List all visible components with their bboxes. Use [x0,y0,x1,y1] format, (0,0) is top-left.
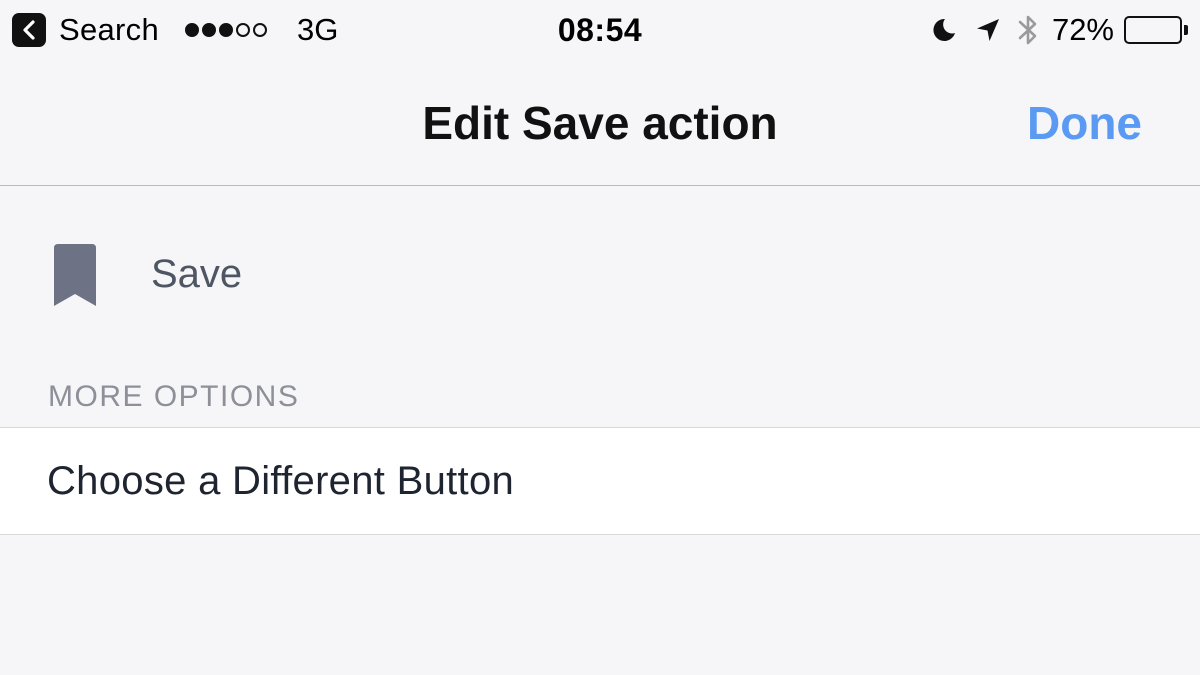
moon-icon [928,15,958,45]
action-label: Save [151,252,243,296]
action-row: Save [0,188,1200,364]
navigation-bar: Edit Save action Done [0,62,1200,186]
choose-different-button-label[interactable]: Choose a Different Button [47,455,514,507]
location-arrow-icon [974,16,1002,44]
section-header-more-options: MORE OPTIONS [48,380,300,413]
status-right: 72% [928,10,1188,50]
bookmark-icon [54,244,96,311]
battery-percentage: 72% [1051,12,1114,47]
choose-different-button-cell[interactable]: Choose a Different Button [0,427,1200,535]
page-title: Edit Save action [422,97,778,149]
done-button[interactable]: Done [1027,96,1142,150]
bluetooth-icon [1016,12,1040,48]
battery-icon [1124,16,1188,44]
status-bar: Search 3G 08:54 72% [0,0,1200,62]
